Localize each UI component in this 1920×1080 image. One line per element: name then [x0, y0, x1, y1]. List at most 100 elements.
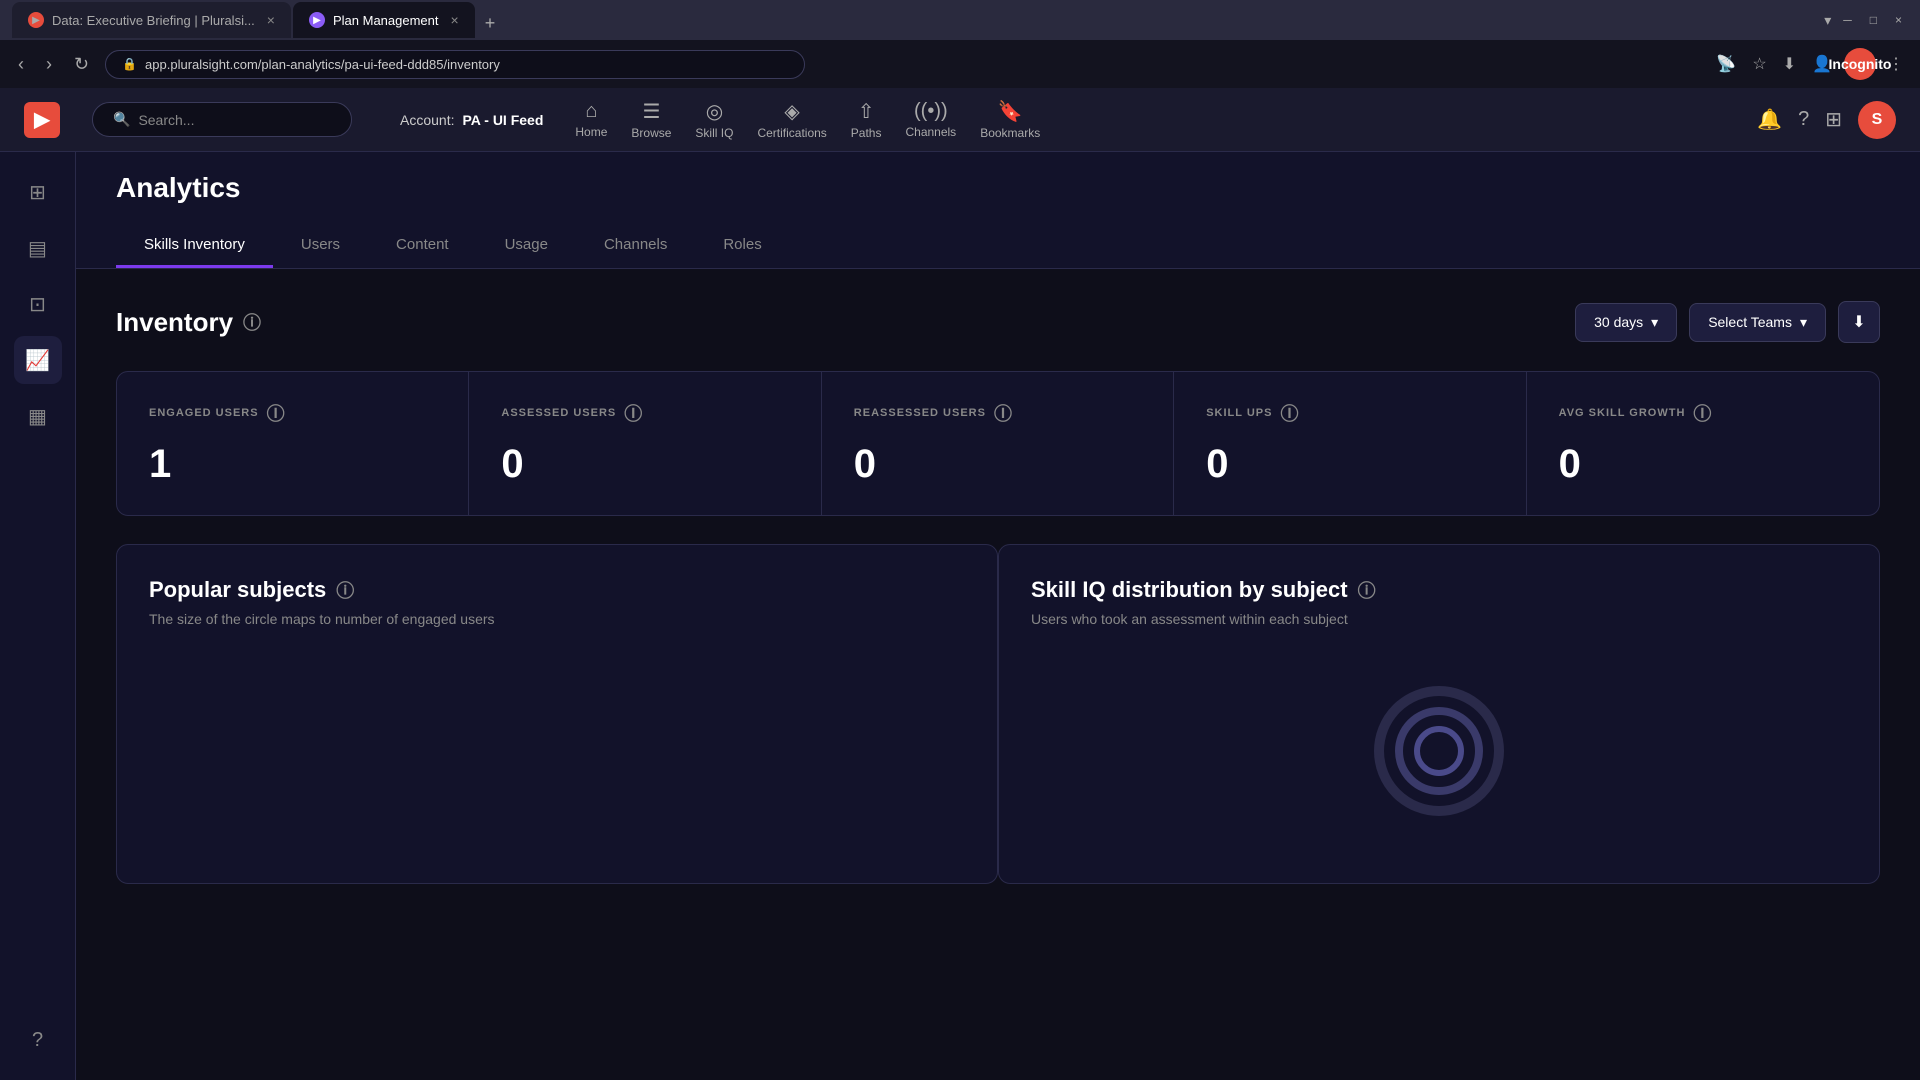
popular-subjects-card: Popular subjects ⓘ The size of the circl… — [116, 544, 998, 884]
app-logo[interactable]: ▶ — [24, 102, 60, 138]
browser-tab-2[interactable]: ▶ Plan Management × — [293, 2, 475, 38]
refresh-button[interactable]: ↻ — [68, 50, 95, 79]
avg-skill-growth-label: AVG SKILL GROWTH ⓘ — [1559, 400, 1847, 426]
skill-iq-chart-svg — [1369, 681, 1509, 821]
home-icon: ⌂ — [585, 100, 597, 123]
download-button[interactable]: ⬇ — [1838, 301, 1880, 343]
sidebar-item-hierarchy[interactable]: ⊡ — [14, 280, 62, 328]
tab-users[interactable]: Users — [273, 224, 368, 268]
popular-subjects-info-icon[interactable]: ⓘ — [336, 577, 354, 603]
sidebar-item-content[interactable]: ▦ — [14, 392, 62, 440]
sidebar-item-help[interactable]: ? — [14, 1016, 62, 1064]
period-dropdown[interactable]: 30 days ▾ — [1575, 303, 1677, 342]
sidebar-item-analytics[interactable]: 📈 — [14, 336, 62, 384]
search-box[interactable]: 🔍 Search... — [92, 102, 352, 137]
engaged-users-label: ENGAGED USERS ⓘ — [149, 400, 436, 426]
paths-icon: ⇧ — [858, 99, 875, 124]
lock-icon: 🔒 — [122, 57, 137, 71]
notifications-icon[interactable]: 🔔 — [1757, 107, 1782, 132]
tab-roles[interactable]: Roles — [695, 224, 789, 268]
download-icon[interactable]: ⬇ — [1779, 50, 1800, 78]
reassessed-users-label: REASSESSED USERS ⓘ — [854, 400, 1141, 426]
address-bar[interactable]: 🔒 app.pluralsight.com/plan-analytics/pa-… — [105, 50, 805, 79]
stats-grid: ENGAGED USERS ⓘ 1 ASSESSED USERS ⓘ 0 — [116, 371, 1880, 516]
channels-label: Channels — [905, 125, 956, 139]
skill-iq-distribution-subtitle: Users who took an assessment within each… — [1031, 611, 1847, 627]
sidebar-item-overview[interactable]: ⊞ — [14, 168, 62, 216]
close-button[interactable]: × — [1889, 11, 1908, 29]
select-teams-dropdown[interactable]: Select Teams ▾ — [1689, 303, 1826, 342]
app-nav: ⌂ Home ☰ Browse ◎ Skill IQ ◈ Certificati… — [575, 99, 1725, 140]
minimize-down-icon: ▾ — [1824, 12, 1831, 29]
analytics-header: Analytics Skills Inventory Users Content… — [76, 152, 1920, 269]
window-controls: ▾ ─ □ × — [1824, 11, 1908, 29]
header-actions: 🔔 ? ⊞ S — [1757, 101, 1896, 139]
logo-icon: ▶ — [34, 107, 49, 132]
certifications-icon: ◈ — [784, 99, 799, 124]
skill-ups-label: SKILL UPS ⓘ — [1206, 400, 1493, 426]
forward-button[interactable]: › — [40, 50, 58, 79]
main-layout: ⊞ ▤ ⊡ 📈 ▦ ? Analytics — [0, 152, 1920, 1080]
assessed-users-label: ASSESSED USERS ⓘ — [501, 400, 788, 426]
skill-iq-distribution-info-icon[interactable]: ⓘ — [1358, 577, 1376, 603]
download-icon: ⬇ — [1852, 312, 1865, 332]
inventory-controls: 30 days ▾ Select Teams ▾ ⬇ — [1575, 301, 1880, 343]
search-icon: 🔍 — [113, 111, 130, 128]
back-button[interactable]: ‹ — [12, 50, 30, 79]
help-icon[interactable]: ? — [1798, 108, 1809, 131]
inventory-section: Inventory ⓘ 30 days ▾ Select Teams ▾ — [76, 269, 1920, 916]
nav-skill-iq[interactable]: ◎ Skill IQ — [695, 99, 733, 140]
minimize-button[interactable]: ─ — [1837, 11, 1858, 29]
inventory-header: Inventory ⓘ 30 days ▾ Select Teams ▾ — [116, 301, 1880, 343]
toolbar-actions: 📡 ☆ ⬇ 👤 Incognito ⋮ — [1712, 48, 1908, 80]
tab-content[interactable]: Content — [368, 224, 477, 268]
tab-roles-label: Roles — [723, 236, 761, 253]
new-tab-button[interactable]: + — [477, 9, 504, 38]
tab-usage[interactable]: Usage — [477, 224, 576, 268]
tab-usage-label: Usage — [505, 236, 548, 253]
nav-certifications[interactable]: ◈ Certifications — [757, 99, 826, 140]
sidebar-help-icon: ? — [32, 1029, 43, 1052]
grid-icon[interactable]: ⊞ — [1825, 107, 1842, 132]
assessed-users-info-icon[interactable]: ⓘ — [624, 400, 643, 426]
engaged-users-info-icon[interactable]: ⓘ — [267, 400, 286, 426]
nav-home[interactable]: ⌂ Home — [575, 100, 607, 139]
analytics-tabs: Skills Inventory Users Content Usage Cha — [116, 224, 1880, 268]
nav-bookmarks[interactable]: 🔖 Bookmarks — [980, 99, 1040, 140]
tab-favicon-1: ▶ — [28, 12, 44, 28]
tab-close-2[interactable]: × — [451, 12, 459, 28]
reassessed-users-value: 0 — [854, 442, 1141, 487]
skill-iq-label: Skill IQ — [695, 126, 733, 140]
inventory-title-group: Inventory ⓘ — [116, 307, 261, 338]
tab-favicon-2: ▶ — [309, 12, 325, 28]
incognito-avatar[interactable]: Incognito — [1844, 48, 1876, 80]
more-options-icon[interactable]: ⋮ — [1884, 50, 1908, 78]
bookmark-icon[interactable]: ☆ — [1748, 50, 1770, 78]
stat-reassessed-users: REASSESSED USERS ⓘ 0 — [822, 372, 1174, 515]
inventory-info-icon[interactable]: ⓘ — [243, 309, 261, 335]
analytics-title: Analytics — [116, 172, 1880, 204]
app-header: ▶ 🔍 Search... Account: PA - UI Feed ⌂ Ho… — [0, 88, 1920, 152]
nav-channels[interactable]: ((•)) Channels — [905, 100, 956, 139]
cast-icon[interactable]: 📡 — [1712, 50, 1740, 78]
channels-icon: ((•)) — [914, 100, 948, 123]
tab-channels-label: Channels — [604, 236, 667, 253]
nav-browse[interactable]: ☰ Browse — [631, 99, 671, 140]
browse-label: Browse — [631, 126, 671, 140]
tab-skills-inventory[interactable]: Skills Inventory — [116, 224, 273, 268]
browser-tab-1[interactable]: ▶ Data: Executive Briefing | Pluralsi...… — [12, 2, 291, 38]
user-avatar[interactable]: S — [1858, 101, 1896, 139]
avg-skill-growth-info-icon[interactable]: ⓘ — [1693, 400, 1712, 426]
reassessed-users-info-icon[interactable]: ⓘ — [994, 400, 1013, 426]
popular-subjects-subtitle: The size of the circle maps to number of… — [149, 611, 965, 627]
tab-channels[interactable]: Channels — [576, 224, 695, 268]
maximize-button[interactable]: □ — [1864, 11, 1883, 29]
skill-ups-info-icon[interactable]: ⓘ — [1280, 400, 1299, 426]
sidebar-item-reports[interactable]: ▤ — [14, 224, 62, 272]
tab-label-1: Data: Executive Briefing | Pluralsi... — [52, 13, 255, 28]
account-prefix: Account: — [400, 112, 454, 128]
tab-close-1[interactable]: × — [267, 12, 275, 28]
account-info: Account: PA - UI Feed — [400, 112, 543, 128]
teams-chevron-icon: ▾ — [1800, 314, 1807, 331]
nav-paths[interactable]: ⇧ Paths — [851, 99, 882, 140]
